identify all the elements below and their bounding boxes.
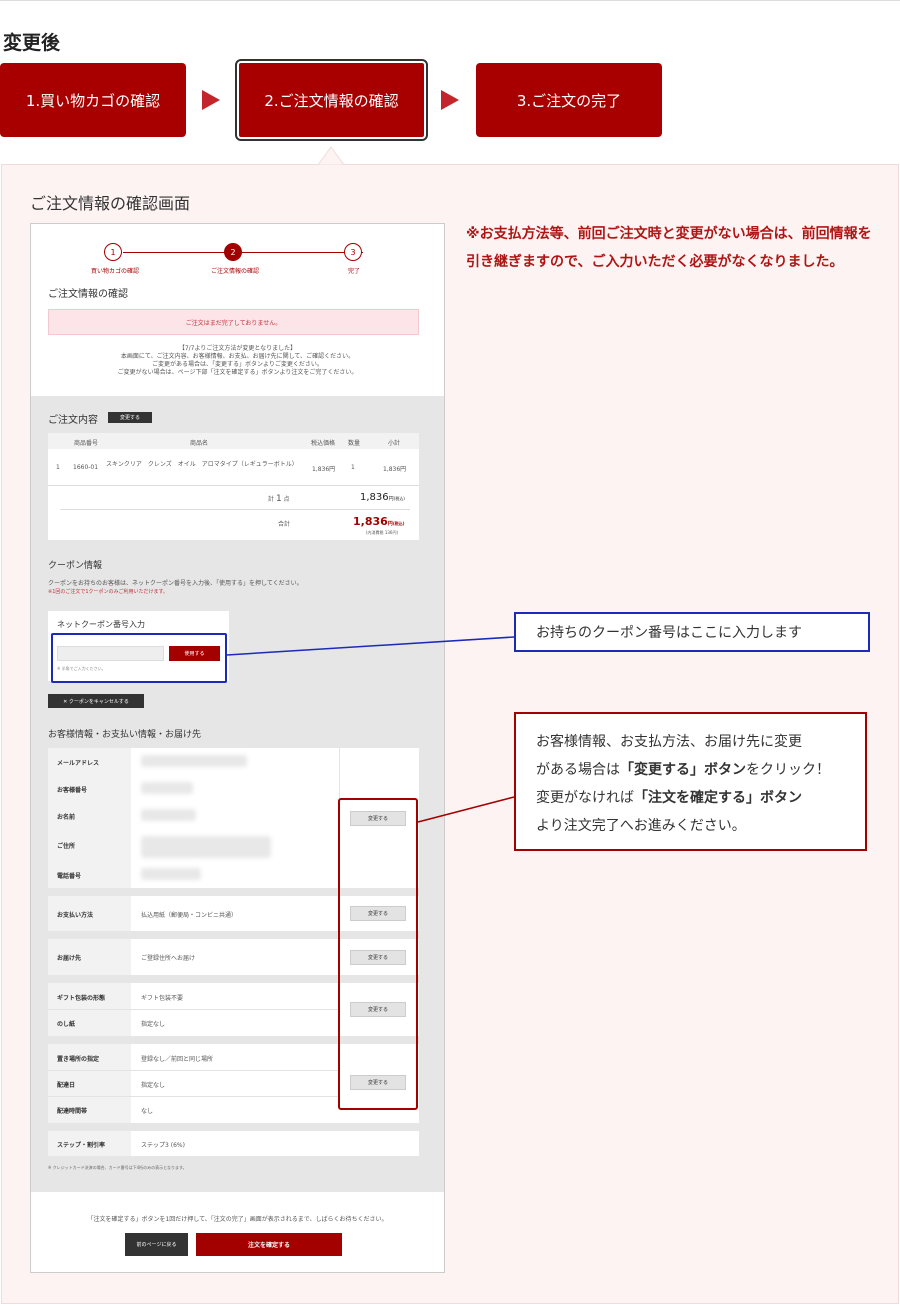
grand-total-amount: 1,836円(税込) — [353, 515, 405, 528]
coupon-input-label: ネットクーポン番号入力 — [57, 620, 145, 629]
progress-label-3: 完了 — [348, 268, 361, 275]
notice-line-4: ご変更がない場合は、ページ下部「注文を確定する」ボタンより注文をご完了ください。 — [117, 369, 358, 376]
item-name: スキンクリア クレンズ オイル アロマタイプ（レギュラーボトル） — [106, 461, 298, 468]
time-label: 配達時間帯 — [57, 1108, 88, 1115]
col-price: 税込価格 — [311, 440, 336, 447]
step-complete: 3.ご注文の完了 — [476, 63, 662, 137]
masked-value — [141, 755, 247, 767]
step-discount-value: ステップ3 (6%) — [141, 1142, 185, 1149]
item-code: 1660-01 — [73, 464, 99, 471]
row-address: ご住所 — [57, 843, 76, 850]
masked-value — [141, 809, 196, 821]
arrow-right-icon — [441, 90, 459, 110]
progress-step-1: 1 — [104, 243, 122, 261]
back-button[interactable]: 前のページに戻る — [125, 1233, 188, 1256]
progress-line — [123, 252, 363, 253]
change-callout: お客様情報、お支払方法、お届け先に変更 がある場合は「変更する」ボタンをクリック… — [514, 712, 867, 851]
page-heading: 変更後 — [3, 32, 61, 54]
item-price: 1,836円 — [312, 466, 336, 473]
order-content-title: ご注文内容 — [48, 415, 98, 426]
masked-value — [141, 836, 271, 858]
item-subtotal: 1,836円 — [383, 466, 407, 473]
item-qty: 1 — [351, 464, 355, 471]
not-complete-alert: ご注文はまだ完了しておりません。 — [48, 309, 419, 335]
shipping-value: ご登録住所へお届け — [141, 955, 196, 962]
order-table: 商品番号 商品名 税込価格 数量 小計 1 1660-01 スキンクリア クレン… — [48, 433, 419, 540]
progress-step-3: 3 — [344, 243, 362, 261]
payment-label: お支払い方法 — [57, 912, 94, 919]
card-note: ※ クレジットカード決済の場合、カード番号は下4桁のみの表示となります。 — [48, 1165, 187, 1170]
order-confirm-screenshot: 1 2 3 買い物カゴの確認 ご注文情報の確認 完了 ご注文情報の確認 ご注文は… — [30, 223, 445, 1273]
col-subtotal: 小計 — [388, 440, 401, 447]
coupon-highlight — [51, 633, 227, 683]
total-count-label: 計 1 点 — [268, 494, 290, 504]
row-email: メールアドレス — [57, 760, 100, 767]
customer-info-title: お客様情報・お支払い情報・お届け先 — [48, 730, 202, 740]
grand-total-tax: (内消費税 136円) — [366, 530, 399, 535]
row-phone: 電話番号 — [57, 873, 82, 880]
col-code: 商品番号 — [74, 440, 99, 447]
col-qty: 数量 — [348, 440, 361, 447]
place-value: 登録なし／前回と同じ場所 — [141, 1056, 214, 1063]
step-order-info: 2.ご注文情報の確認 — [235, 59, 428, 141]
masked-value — [141, 868, 201, 880]
arrow-right-icon — [202, 90, 220, 110]
step-cart: 1.買い物カゴの確認 — [0, 63, 186, 137]
masked-value — [141, 782, 193, 794]
time-value: なし — [141, 1108, 154, 1115]
row-name: お名前 — [57, 814, 76, 821]
place-label: 置き場所の指定 — [57, 1056, 100, 1063]
row-customer-no: お客様番号 — [57, 787, 88, 794]
panel-pointer-icon — [318, 146, 344, 172]
grand-total-label: 合計 — [278, 521, 291, 528]
panel-title: ご注文情報の確認画面 — [30, 194, 191, 213]
order-change-button[interactable]: 変更する — [108, 412, 152, 423]
item-no: 1 — [56, 464, 60, 471]
top-divider — [0, 0, 900, 1]
progress-label-1: 買い物カゴの確認 — [91, 268, 140, 275]
shipping-label: お届け先 — [57, 955, 82, 962]
gift-label: ギフト包装の形態 — [57, 995, 106, 1002]
coupon-description: クーポンをお持ちのお客様は、ネットクーポン番号を入力後、「使用する」を押してくだ… — [48, 580, 303, 587]
step-discount-label: ステップ・割引率 — [57, 1142, 106, 1149]
payment-value: 払込用紙（郵便局・コンビニ共通） — [141, 912, 238, 919]
coupon-callout: お持ちのクーポン番号はここに入力します — [514, 612, 870, 652]
col-name: 商品名 — [190, 440, 209, 447]
step-discount-row: ステップ・割引率 ステップ3 (6%) — [48, 1131, 419, 1156]
coupon-warning: ※1回のご注文で1クーポンのみご利用いただけます。 — [48, 589, 169, 595]
noshi-value: 指定なし — [141, 1021, 166, 1028]
date-value: 指定なし — [141, 1082, 166, 1089]
coupon-title: クーポン情報 — [48, 561, 103, 571]
gift-value: ギフト包装不要 — [141, 995, 184, 1002]
noshi-label: のし紙 — [57, 1021, 76, 1028]
coupon-cancel-button[interactable]: ✕ クーポンをキャンセルする — [48, 694, 144, 708]
total-amount: 1,836円(税込) — [360, 492, 405, 503]
change-buttons-highlight — [338, 798, 418, 1110]
panel-note: ※お支払方法等、前回ご注文時と変更がない場合は、前回情報を引き継ぎますので、ご入… — [466, 226, 872, 270]
progress-label-2: ご注文情報の確認 — [211, 268, 260, 275]
date-label: 配達日 — [57, 1082, 76, 1089]
progress-step-2: 2 — [224, 243, 242, 261]
confirm-order-button[interactable]: 注文を確定する — [196, 1233, 342, 1256]
order-info-title: ご注文情報の確認 — [48, 289, 128, 300]
confirm-note: 「注文を確定する」ボタンを1回だけ押して、「注文の完了」画面が表示されるまで、し… — [87, 1216, 388, 1223]
